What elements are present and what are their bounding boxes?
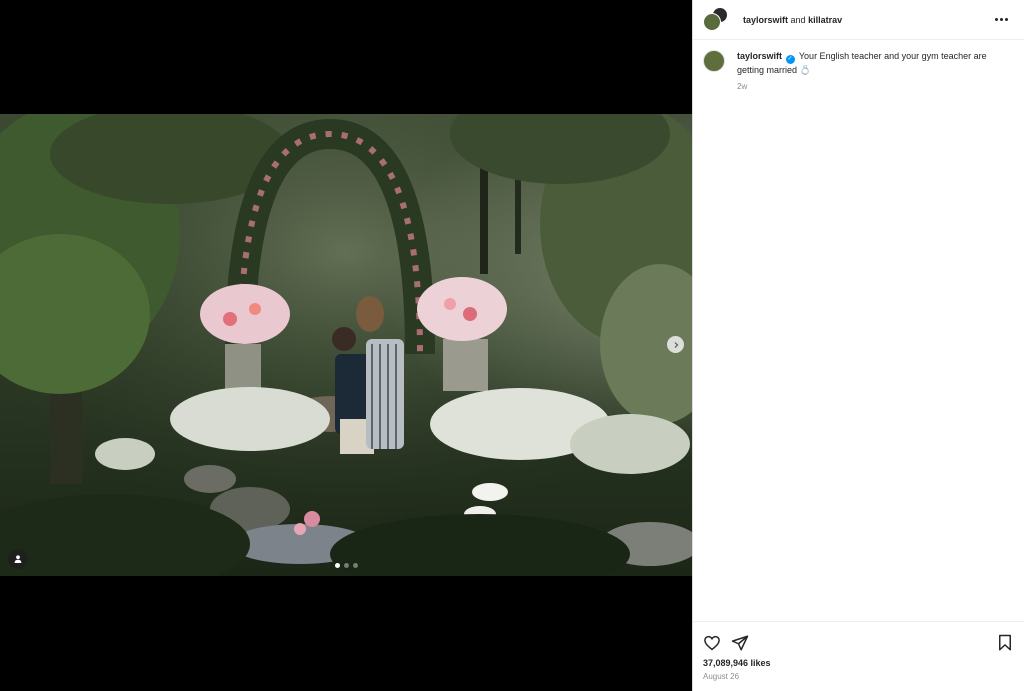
caption-time[interactable]: 2w: [737, 82, 1012, 91]
carousel-dot: [352, 563, 358, 568]
verified-badge-icon: ✓: [785, 55, 795, 64]
more-options-button[interactable]: [991, 14, 1012, 25]
post-caption: taylorswift ✓ Your English teacher and y…: [693, 40, 1024, 91]
share-button[interactable]: [731, 634, 749, 652]
avatar-author[interactable]: [703, 12, 721, 31]
post-header: taylorswift and killatrav: [693, 0, 1024, 40]
caption-content: taylorswift ✓ Your English teacher and y…: [737, 50, 1012, 91]
like-button[interactable]: [703, 634, 721, 652]
next-photo-button[interactable]: [667, 336, 684, 353]
likes-count[interactable]: 37,089,946 likes: [693, 656, 1024, 668]
collaborator-username[interactable]: killatrav: [808, 15, 842, 25]
post-actions-section: 37,089,946 likes August 26: [693, 621, 1024, 681]
carousel-dot-active: [334, 563, 340, 568]
post-header-authors: taylorswift and killatrav: [743, 15, 991, 25]
post-photo[interactable]: [0, 114, 692, 576]
carousel-dot: [343, 563, 349, 568]
heart-icon: [704, 635, 720, 651]
more-horizontal-icon: [995, 18, 998, 21]
share-icon: [731, 635, 749, 651]
caption-emoji: 💍: [799, 65, 811, 75]
author-joiner: and: [790, 14, 806, 25]
collab-avatars[interactable]: [703, 6, 729, 33]
carousel-indicator: [0, 563, 692, 568]
caption-username[interactable]: taylorswift: [737, 51, 782, 61]
author-username[interactable]: taylorswift: [743, 15, 788, 25]
caption-avatar[interactable]: [703, 50, 725, 72]
post-side-panel: taylorswift and killatrav taylorswift ✓ …: [692, 0, 1024, 691]
save-button[interactable]: [997, 634, 1013, 652]
action-buttons: [693, 622, 1024, 656]
caption-text-block: taylorswift ✓ Your English teacher and y…: [737, 50, 1012, 76]
bookmark-icon: [999, 634, 1011, 651]
post-date[interactable]: August 26: [693, 668, 1024, 681]
garden-proposal-photo: [0, 114, 692, 576]
chevron-right-icon: [674, 341, 678, 348]
media-pane: [0, 0, 692, 691]
